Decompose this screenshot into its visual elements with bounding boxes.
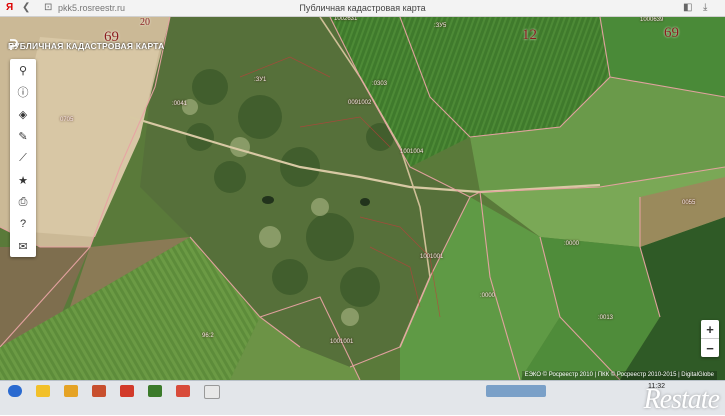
app-taskbar-icon[interactable] <box>204 385 220 399</box>
zoom-in-button[interactable]: + <box>701 320 719 338</box>
large-map-label: 12 <box>522 27 537 43</box>
brand-title: ПУБЛИЧНАЯ КАДАСТРОВАЯ КАРТА <box>8 39 164 53</box>
cadastral-label: 1001001 <box>330 339 354 345</box>
help-icon[interactable]: ? <box>10 213 36 235</box>
watermark: Restate <box>643 384 720 415</box>
zoom-out-button[interactable]: − <box>701 338 719 357</box>
media-taskbar-icon[interactable] <box>92 385 106 397</box>
cadastral-label: :0303 <box>372 81 388 87</box>
browser-toolbar: Я ❮ ⊡ pkk5.rosreestr.ru Публичная кадаст… <box>0 0 725 17</box>
tray-icons[interactable] <box>486 385 546 397</box>
start-icon[interactable] <box>8 385 22 397</box>
back-icon[interactable]: ❮ <box>22 2 30 14</box>
cadastral-label: 0091002 <box>348 100 372 106</box>
taskbar: 11:32 <box>0 380 725 415</box>
browser-taskbar-icon[interactable] <box>36 385 50 397</box>
address-bar[interactable]: pkk5.rosreestr.ru <box>58 1 125 15</box>
cadastral-label: 0705 <box>60 117 74 123</box>
download-icon[interactable]: ⤓ <box>703 2 707 14</box>
cadastral-label: :0041 <box>172 101 188 107</box>
cadastral-label: 1002631 <box>334 17 358 22</box>
app-taskbar-icon[interactable] <box>176 385 190 397</box>
cadastral-label: :ЗУ5 <box>434 23 447 29</box>
cadastral-label: 0055 <box>682 200 696 206</box>
lock-icon: ⊡ <box>44 2 53 13</box>
ruler-icon[interactable]: ⟋ <box>10 147 36 169</box>
map-imagery <box>0 17 725 380</box>
cadastral-label: 1001004 <box>400 149 424 155</box>
map-attribution: ЕЭКО © Росреестр 2010 | ПКК © Росреестр … <box>521 371 717 380</box>
zoom-control: + − <box>701 320 719 357</box>
large-map-label: 69 <box>104 29 119 45</box>
info-icon[interactable]: ⓘ <box>10 81 36 103</box>
app-taskbar-icon[interactable] <box>148 385 162 397</box>
folder-taskbar-icon[interactable] <box>64 385 78 397</box>
search-icon[interactable]: ⚲ <box>10 59 36 81</box>
map-toolbar: ⚲ ⓘ ◈ ✎ ⟋ ★ ⎙ ? ✉ <box>10 59 36 257</box>
brand-title-text: ПУБЛИЧНАЯ КАДАСТРОВАЯ КАРТА <box>8 41 165 51</box>
cadastral-label: :0000 <box>564 241 580 247</box>
star-icon[interactable]: ★ <box>10 169 36 191</box>
yandex-logo-icon[interactable]: Я <box>6 2 13 14</box>
cadastral-label: :0013 <box>598 315 614 321</box>
cadastral-label: 96:2 <box>202 333 214 339</box>
layers-icon[interactable]: ◈ <box>10 103 36 125</box>
cadastral-label: 1000639 <box>640 17 664 23</box>
pdf-taskbar-icon[interactable] <box>120 385 134 397</box>
mail-icon[interactable]: ✉ <box>10 235 36 257</box>
pencil-icon[interactable]: ✎ <box>10 125 36 147</box>
rosreestr-logo-icon <box>10 39 18 50</box>
print-icon[interactable]: ⎙ <box>10 191 36 213</box>
cadastral-label: :0000 <box>480 293 496 299</box>
satellite-map[interactable]: ПУБЛИЧНАЯ КАДАСТРОВАЯ КАРТА 69 12 69 20 … <box>0 17 725 380</box>
cadastral-label: 1001001 <box>420 254 444 260</box>
bookmark-icon[interactable]: ◧ <box>683 2 692 14</box>
large-map-label: 20 <box>140 17 150 28</box>
large-map-label: 69 <box>664 25 679 41</box>
cadastral-label: :ЗУ1 <box>254 77 267 83</box>
